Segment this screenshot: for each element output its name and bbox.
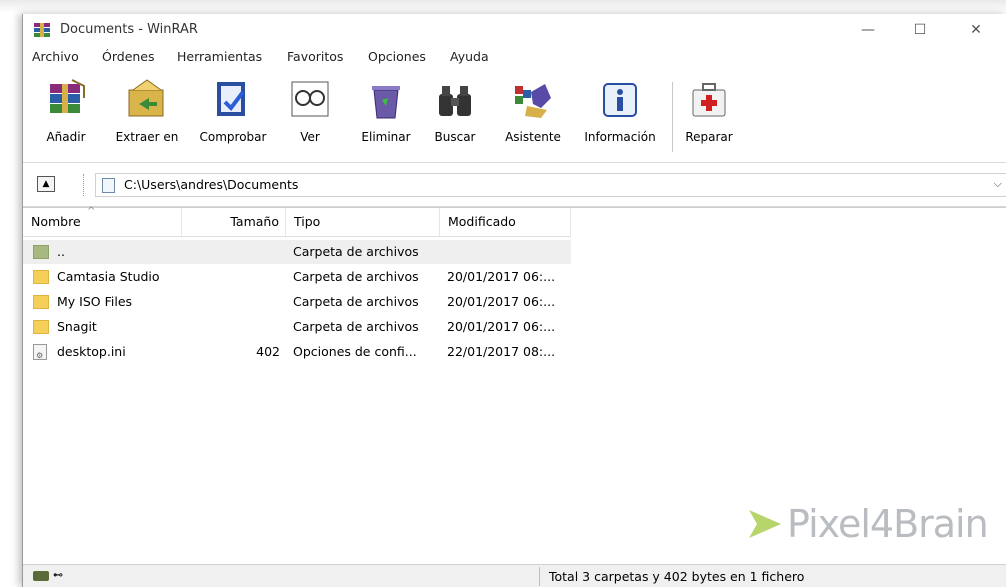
wizard-button[interactable]: Asistente [495, 76, 571, 160]
pixel4brain-watermark: Pixel4Brain [747, 502, 989, 546]
menu-ayuda[interactable]: Ayuda [450, 49, 489, 64]
desktop-background [0, 0, 1006, 12]
address-bar: ▲ C:\Users\andres\Documents ⌵ [23, 164, 1006, 207]
up-folder-button[interactable]: ▲ [37, 176, 55, 192]
menu-bar: Archivo Órdenes Herramientas Favoritos O… [23, 46, 1006, 68]
binoculars-icon [439, 86, 471, 116]
info-button[interactable]: Información [575, 76, 665, 160]
recycle-bin-icon [372, 86, 400, 119]
minimize-button[interactable]: — [845, 14, 891, 46]
file-type: Carpeta de archivos [293, 269, 419, 284]
file-type: Carpeta de archivos [293, 244, 419, 259]
info-label: Información [584, 130, 656, 144]
sort-ascending-icon: ^ [87, 206, 96, 217]
test-archive-icon [217, 82, 245, 116]
status-separator [539, 567, 540, 586]
up-arrow-icon: ▲ [42, 179, 50, 189]
chevron-down-icon[interactable]: ⌵ [994, 177, 1002, 191]
test-label: Comprobar [199, 130, 267, 144]
folder-icon [33, 320, 49, 334]
file-size [182, 265, 280, 289]
file-type: Opciones de confi... [293, 344, 417, 359]
file-name: Camtasia Studio [57, 269, 160, 284]
extract-to-button[interactable]: Extraer en [109, 76, 185, 160]
file-size [182, 315, 280, 339]
find-button[interactable]: Buscar [427, 76, 483, 160]
view-label: Ver [300, 130, 320, 144]
column-header-size[interactable]: Tamaño [182, 208, 286, 236]
table-row[interactable]: Camtasia Studio Carpeta de archivos 20/0… [23, 265, 571, 289]
table-row[interactable]: Snagit Carpeta de archivos 20/01/2017 06… [23, 315, 571, 339]
repair-label: Reparar [685, 130, 733, 144]
delete-label: Eliminar [361, 130, 411, 144]
address-grip [83, 174, 86, 196]
file-name: Snagit [57, 319, 97, 334]
file-size: 402 [256, 344, 280, 359]
file-modified: 20/01/2017 06:... [447, 294, 556, 309]
file-name: My ISO Files [57, 294, 133, 309]
view-button[interactable]: Ver [285, 76, 335, 160]
column-header-modified[interactable]: Modificado [440, 208, 571, 236]
file-modified: 20/01/2017 06:... [447, 269, 556, 284]
arrow-logo-icon [749, 510, 781, 538]
file-modified: 20/01/2017 06:... [447, 319, 556, 334]
path-text: C:\Users\andres\Documents [124, 177, 299, 192]
table-row[interactable]: ⚙ desktop.ini 402 Opciones de confi... 2… [23, 340, 571, 364]
drive-icon [33, 571, 49, 581]
menu-herramientas[interactable]: Herramientas [177, 49, 262, 64]
table-row[interactable]: .. Carpeta de archivos [23, 240, 571, 264]
column-header-name[interactable]: Nombre ^ [23, 206, 182, 236]
file-name: desktop.ini [57, 344, 126, 359]
file-name: .. [57, 244, 65, 259]
path-combobox[interactable]: C:\Users\andres\Documents ⌵ [95, 173, 1006, 197]
extract-to-label: Extraer en [115, 130, 179, 144]
toolbar: Añadir Extraer en Comprobar Ver Eliminar… [23, 70, 1006, 163]
menu-opciones[interactable]: Opciones [368, 49, 426, 64]
settings-file-icon: ⚙ [33, 344, 47, 360]
close-button[interactable]: ✕ [953, 14, 999, 46]
wizard-icon [515, 84, 551, 118]
title-bar[interactable]: Documents - WinRAR — ☐ ✕ [23, 14, 1006, 46]
test-button[interactable]: Comprobar [191, 76, 275, 160]
file-type: Carpeta de archivos [293, 319, 419, 334]
wizard-label: Asistente [505, 130, 561, 144]
menu-archivo[interactable]: Archivo [32, 49, 79, 64]
folder-document-icon [102, 178, 115, 193]
add-archive-icon [50, 79, 85, 113]
repair-button[interactable]: Reparar [679, 76, 739, 160]
maximize-button[interactable]: ☐ [897, 14, 943, 46]
find-label: Buscar [434, 130, 476, 144]
first-aid-kit-icon [692, 83, 726, 117]
delete-button[interactable]: Eliminar [351, 76, 421, 160]
key-icon: ⊷ [53, 570, 63, 581]
menu-ordenes[interactable]: Órdenes [102, 49, 155, 64]
file-size [182, 240, 280, 264]
menu-favoritos[interactable]: Favoritos [287, 49, 343, 64]
window-title: Documents - WinRAR [60, 22, 198, 37]
winrar-window: Documents - WinRAR — ☐ ✕ Archivo Órdenes… [22, 14, 1006, 587]
folder-up-icon [33, 245, 49, 259]
file-modified [447, 240, 571, 264]
info-icon [603, 83, 637, 117]
folder-icon [33, 295, 49, 309]
file-size [182, 290, 280, 314]
file-type: Carpeta de archivos [293, 294, 419, 309]
extract-icon [128, 79, 164, 117]
status-bar: ⊷ Total 3 carpetas y 402 bytes en 1 fich… [23, 564, 1006, 587]
toolbar-separator [672, 82, 673, 152]
file-modified: 22/01/2017 08:... [447, 344, 556, 359]
status-text: Total 3 carpetas y 402 bytes en 1 ficher… [549, 569, 805, 584]
add-label: Añadir [46, 130, 86, 144]
watermark-text: Pixel4Brain [787, 502, 989, 546]
view-glasses-icon [291, 81, 329, 117]
column-headers: Nombre ^ Tamaño Tipo Modificado [23, 206, 571, 237]
folder-icon [33, 270, 49, 284]
add-button[interactable]: Añadir [33, 76, 99, 160]
winrar-app-icon [34, 23, 50, 37]
column-header-type[interactable]: Tipo [286, 208, 440, 236]
table-row[interactable]: My ISO Files Carpeta de archivos 20/01/2… [23, 290, 571, 314]
